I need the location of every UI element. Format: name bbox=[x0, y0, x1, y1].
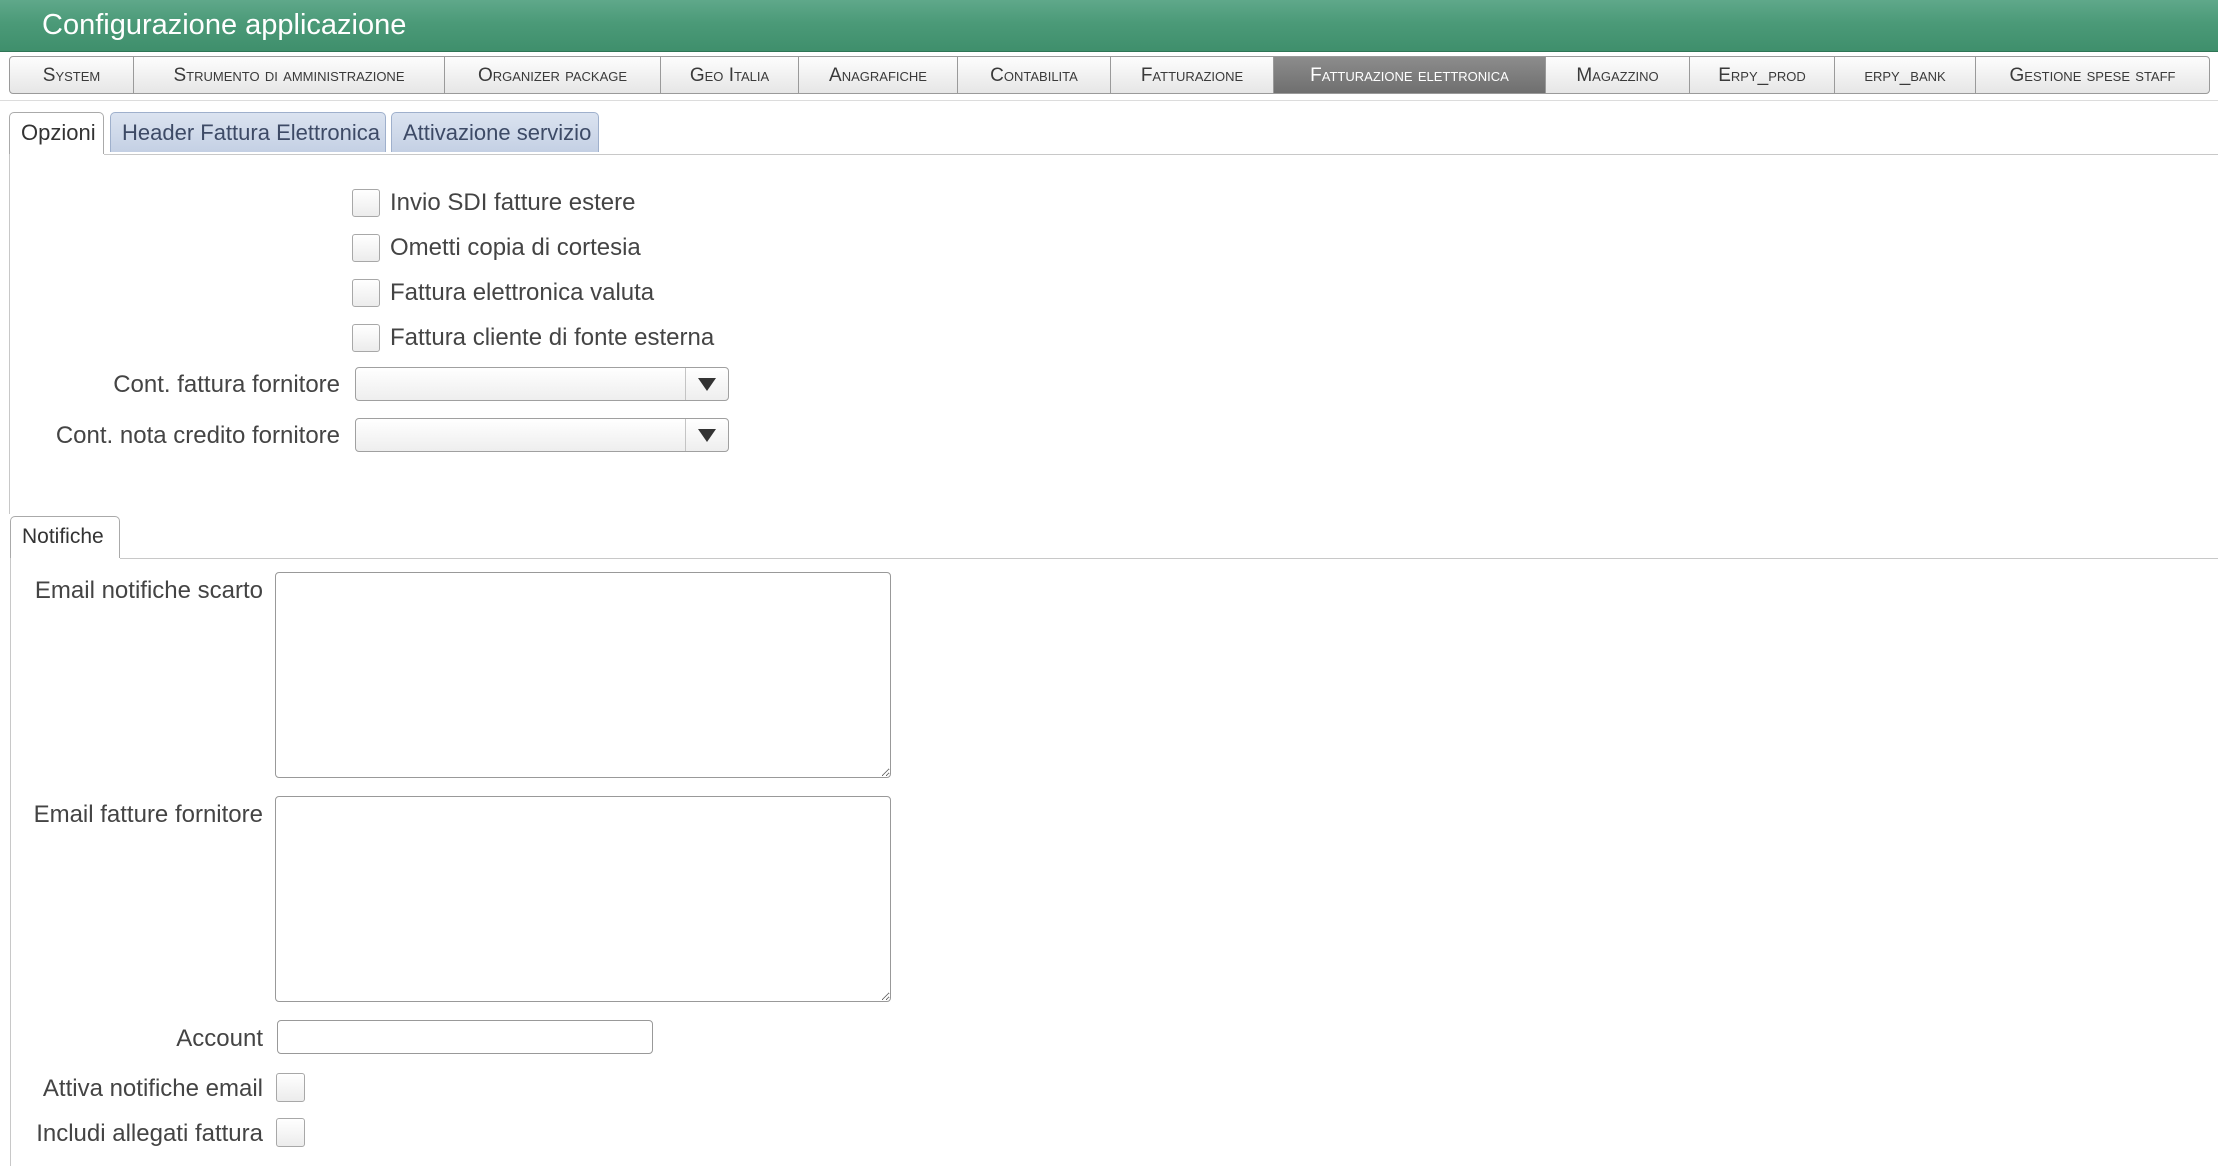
notifiche-baseline bbox=[120, 558, 2218, 559]
menu-item-magazzino[interactable]: Magazzino bbox=[1546, 57, 1690, 93]
dropdown-button[interactable] bbox=[685, 368, 728, 400]
window-title: Configurazione applicazione bbox=[42, 9, 407, 41]
invio-sdi-fatture-estere-checkbox[interactable] bbox=[352, 189, 380, 217]
invio-sdi-fatture-estere-label: Invio SDI fatture estere bbox=[390, 189, 636, 216]
cont-fattura-fornitore-label: Cont. fattura fornitore bbox=[113, 371, 340, 398]
attiva-notifiche-email-label: Attiva notifiche email bbox=[42, 1075, 263, 1102]
dropdown-button[interactable] bbox=[685, 419, 728, 451]
fattura-elettronica-valuta-label: Fattura elettronica valuta bbox=[390, 279, 655, 306]
menu-item-gestione-spese-staff[interactable]: Gestione spese staff bbox=[1976, 57, 2209, 93]
attiva-notifiche-email-checkbox[interactable] bbox=[276, 1073, 305, 1102]
email-notifiche-scarto-field[interactable] bbox=[275, 572, 891, 778]
chevron-down-icon bbox=[698, 377, 716, 391]
menu-item-fatturazione-elettronica[interactable]: Fatturazione elettronica bbox=[1274, 57, 1546, 93]
menu-item-erpy-prod[interactable]: Erpy_prod bbox=[1690, 57, 1835, 93]
menu-item-geo-italia[interactable]: Geo Italia bbox=[661, 57, 799, 93]
menu-item-fatturazione[interactable]: Fatturazione bbox=[1111, 57, 1274, 93]
email-fatture-fornitore-field[interactable] bbox=[275, 796, 891, 1002]
cont-nota-credito-fornitore-label: Cont. nota credito fornitore bbox=[55, 422, 340, 449]
fattura-cliente-fonte-esterna-label: Fattura cliente di fonte esterna bbox=[390, 324, 715, 351]
fattura-cliente-fonte-esterna-checkbox[interactable] bbox=[352, 324, 380, 352]
title-bar: Configurazione applicazione bbox=[0, 0, 2218, 52]
menu-item-strumento-amministrazione[interactable]: Strumento di amministrazione bbox=[134, 57, 445, 93]
includi-allegati-fattura-checkbox[interactable] bbox=[276, 1118, 305, 1147]
includi-allegati-fattura-label: Includi allegati fattura bbox=[36, 1120, 263, 1147]
ometti-copia-cortesia-label: Ometti copia di cortesia bbox=[390, 234, 641, 261]
fattura-elettronica-valuta-checkbox[interactable] bbox=[352, 279, 380, 307]
menu-item-erpy-bank[interactable]: erpy_bank bbox=[1835, 57, 1976, 93]
tabs-baseline bbox=[104, 154, 2218, 155]
notifiche-left-border bbox=[10, 558, 11, 1166]
menu-separator bbox=[0, 100, 2218, 101]
tab-header-fattura-elettronica[interactable]: Header Fattura Elettronica bbox=[110, 112, 386, 152]
account-label: Account bbox=[176, 1025, 263, 1052]
account-input[interactable] bbox=[277, 1020, 653, 1054]
cont-fattura-fornitore-select[interactable] bbox=[355, 367, 729, 401]
tab-notifiche[interactable]: Notifiche bbox=[10, 516, 120, 558]
main-menu: System Strumento di amministrazione Orga… bbox=[9, 56, 2210, 94]
email-fatture-fornitore-label: Email fatture fornitore bbox=[33, 801, 263, 828]
chevron-down-icon bbox=[698, 428, 716, 442]
menu-item-contabilita[interactable]: Contabilita bbox=[958, 57, 1111, 93]
panel-left-border bbox=[9, 154, 10, 514]
menu-item-anagrafiche[interactable]: Anagrafiche bbox=[799, 57, 958, 93]
tab-attivazione-servizio[interactable]: Attivazione servizio bbox=[391, 112, 599, 152]
menu-item-organizer-package[interactable]: Organizer package bbox=[445, 57, 661, 93]
email-notifiche-scarto-label: Email notifiche scarto bbox=[34, 577, 263, 604]
cont-nota-credito-fornitore-select[interactable] bbox=[355, 418, 729, 452]
ometti-copia-cortesia-checkbox[interactable] bbox=[352, 234, 380, 262]
tab-opzioni[interactable]: Opzioni bbox=[9, 112, 104, 154]
menu-item-system[interactable]: System bbox=[10, 57, 134, 93]
